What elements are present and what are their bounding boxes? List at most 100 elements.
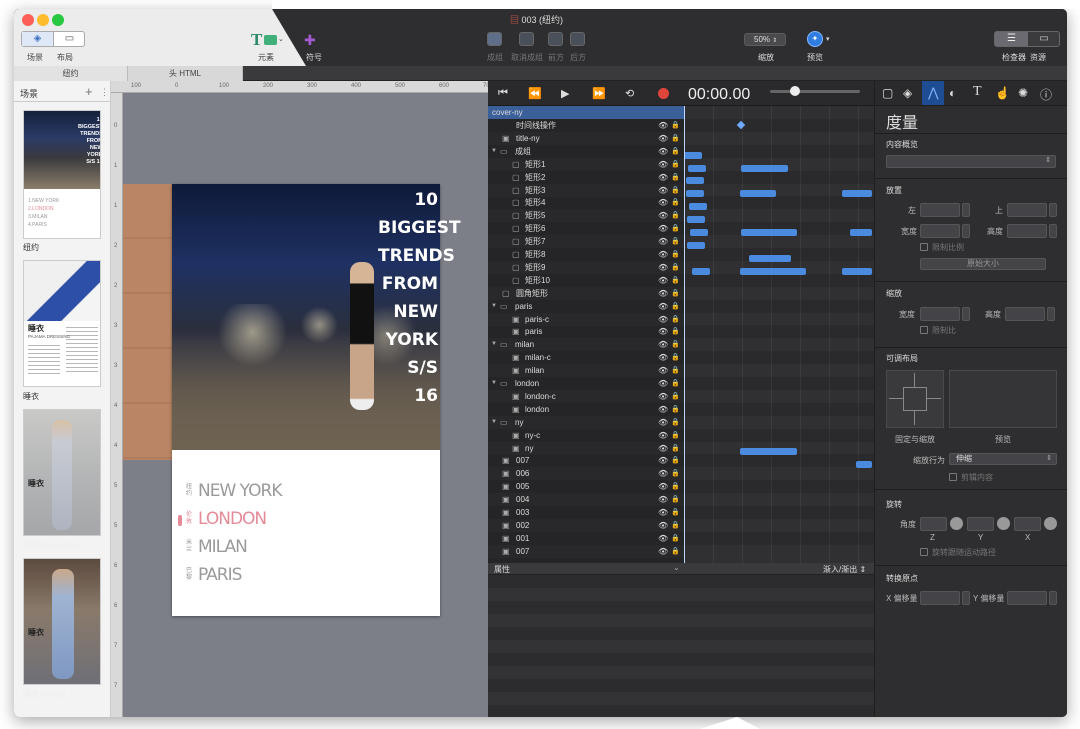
animation-bar[interactable] bbox=[842, 190, 872, 198]
width-input[interactable] bbox=[920, 224, 960, 238]
visibility-eye-icon[interactable]: 👁 bbox=[658, 235, 668, 248]
animation-bar[interactable] bbox=[741, 164, 788, 172]
animation-bar[interactable] bbox=[740, 448, 797, 456]
animation-bar[interactable] bbox=[690, 229, 708, 236]
lock-icon[interactable]: 🔒 bbox=[671, 184, 680, 197]
layer-row[interactable]: ▢ 矩形10 👁 🔒 bbox=[488, 274, 684, 287]
document-tab-icon[interactable]: ▢ bbox=[882, 86, 893, 100]
record-button[interactable] bbox=[658, 88, 669, 99]
animation-bar[interactable] bbox=[842, 267, 872, 275]
physics-tab-icon[interactable]: ✺ bbox=[1018, 86, 1028, 100]
animation-bar[interactable] bbox=[687, 216, 705, 224]
lock-icon[interactable]: 🔒 bbox=[671, 196, 680, 209]
lock-icon[interactable]: 🔒 bbox=[671, 287, 680, 300]
lock-icon[interactable]: 🔒 bbox=[671, 377, 680, 390]
pin-left-line[interactable] bbox=[889, 398, 903, 399]
visibility-eye-icon[interactable]: 👁 bbox=[658, 442, 668, 455]
lock-icon[interactable]: 🔒 bbox=[671, 145, 680, 158]
disclosure-triangle-icon[interactable]: ▼ bbox=[491, 416, 497, 429]
lock-icon[interactable]: 🔒 bbox=[671, 313, 680, 326]
timeline-grid[interactable] bbox=[684, 106, 874, 563]
minimize-window-button[interactable] bbox=[37, 14, 49, 26]
scale-height-input[interactable] bbox=[1005, 307, 1045, 321]
lock-icon[interactable]: 🔒 bbox=[671, 222, 680, 235]
animation-bar[interactable] bbox=[687, 241, 705, 249]
left-stepper[interactable] bbox=[962, 203, 970, 217]
text-element-icon[interactable]: T bbox=[251, 30, 262, 50]
disclosure-triangle-icon[interactable]: ▼ bbox=[491, 338, 497, 351]
layer-row[interactable]: ▣ milan 👁 🔒 bbox=[488, 364, 684, 378]
visibility-eye-icon[interactable]: 👁 bbox=[658, 222, 668, 235]
lock-icon[interactable]: 🔒 bbox=[671, 261, 680, 274]
width-stepper[interactable] bbox=[962, 224, 970, 238]
layer-row[interactable]: ▣ london-c 👁 🔒 bbox=[488, 389, 684, 403]
animation-bar[interactable] bbox=[689, 203, 707, 211]
lock-icon[interactable]: 🔒 bbox=[671, 158, 680, 171]
visibility-eye-icon[interactable]: 👁 bbox=[658, 545, 668, 558]
content-overview-select[interactable]: ⇕ bbox=[886, 155, 1056, 168]
layer-row[interactable]: ▣ title-ny 👁 🔒 bbox=[488, 131, 684, 145]
left-input[interactable] bbox=[920, 203, 960, 217]
constrain-checkbox[interactable] bbox=[920, 243, 928, 251]
ungroup-button[interactable] bbox=[519, 32, 534, 46]
city-item[interactable]: 伦敦 LONDON bbox=[178, 509, 384, 533]
close-window-button[interactable] bbox=[22, 14, 34, 26]
layer-row[interactable]: ▼ ▭ london 👁 🔒 bbox=[488, 377, 684, 390]
lock-icon[interactable]: 🔒 bbox=[671, 325, 680, 338]
timeline-zoom-slider[interactable] bbox=[770, 86, 860, 96]
visibility-eye-icon[interactable]: 👁 bbox=[658, 532, 668, 545]
top-input[interactable] bbox=[1007, 203, 1047, 217]
layer-row[interactable]: ▼ ▭ 成组 👁 🔒 bbox=[488, 145, 684, 158]
lock-icon[interactable]: 🔒 bbox=[671, 300, 680, 313]
lock-icon[interactable]: 🔒 bbox=[671, 171, 680, 184]
group-button[interactable] bbox=[487, 32, 502, 46]
layer-row[interactable]: ▢ 矩形2 👁 🔒 bbox=[488, 171, 684, 184]
layer-row[interactable]: ▣ 005 👁 🔒 bbox=[488, 480, 684, 493]
layer-row[interactable]: ▢ 矩形5 👁 🔒 bbox=[488, 209, 684, 223]
go-start-icon[interactable]: ⏮ bbox=[498, 87, 508, 100]
visibility-eye-icon[interactable]: 👁 bbox=[658, 454, 668, 467]
animation-bar[interactable] bbox=[684, 151, 702, 159]
layer-row[interactable]: ▢ 圆角矩形 👁 🔒 bbox=[488, 286, 684, 300]
lock-icon[interactable]: 🔒 bbox=[671, 338, 680, 351]
text-tab-icon[interactable]: T bbox=[973, 84, 982, 100]
lock-icon[interactable]: 🔒 bbox=[671, 519, 680, 532]
rotate-z-input[interactable] bbox=[920, 517, 947, 531]
lock-icon[interactable]: 🔒 bbox=[671, 364, 680, 377]
layer-row[interactable]: ▢ 矩形8 👁 🔒 bbox=[488, 248, 684, 261]
lock-icon[interactable]: 🔒 bbox=[671, 351, 680, 364]
layer-row[interactable]: ▼ ▭ ny 👁 🔒 bbox=[488, 415, 684, 429]
layer-row[interactable]: ▣ paris 👁 🔒 bbox=[488, 325, 684, 338]
symbol-icon[interactable]: ✚ bbox=[304, 32, 316, 49]
visibility-eye-icon[interactable]: 👁 bbox=[658, 429, 668, 442]
lock-icon[interactable]: 🔒 bbox=[671, 506, 680, 519]
animation-bar[interactable] bbox=[856, 461, 872, 469]
lock-icon[interactable]: 🔒 bbox=[671, 442, 680, 455]
disclosure-triangle-icon[interactable]: ▼ bbox=[491, 377, 497, 390]
animation-bar[interactable] bbox=[741, 229, 797, 236]
layer-row[interactable]: ▣ paris-c 👁 🔒 bbox=[488, 312, 684, 326]
pin-top-line[interactable] bbox=[914, 373, 915, 387]
visibility-eye-icon[interactable]: 👁 bbox=[658, 184, 668, 197]
tab-head-html[interactable]: 头 HTML bbox=[128, 66, 243, 81]
layer-row[interactable]: ▣ 002 👁 🔒 bbox=[488, 518, 684, 532]
visibility-eye-icon[interactable]: 👁 bbox=[658, 171, 668, 184]
scale-height-stepper[interactable] bbox=[1047, 307, 1055, 321]
layer-row[interactable]: ▣ london 👁 🔒 bbox=[488, 403, 684, 416]
visibility-eye-icon[interactable]: 👁 bbox=[658, 209, 668, 222]
visibility-eye-icon[interactable]: 👁 bbox=[658, 506, 668, 519]
zoom-window-button[interactable] bbox=[52, 14, 64, 26]
layer-row[interactable]: ▣ ny 👁 🔒 bbox=[488, 441, 684, 455]
visibility-eye-icon[interactable]: 👁 bbox=[658, 416, 668, 429]
layer-row[interactable]: ▢ 矩形7 👁 🔒 bbox=[488, 235, 684, 249]
clip-content-checkbox[interactable] bbox=[949, 473, 957, 481]
visibility-eye-icon[interactable]: 👁 bbox=[658, 313, 668, 326]
visibility-eye-icon[interactable]: 👁 bbox=[658, 480, 668, 493]
layout-view-button[interactable]: ▭ bbox=[54, 32, 85, 46]
scale-width-input[interactable] bbox=[920, 307, 960, 321]
inspector-sliders-icon[interactable]: ☰ bbox=[995, 32, 1028, 46]
animation-bar[interactable] bbox=[686, 177, 704, 185]
zoom-select[interactable]: 50% ⇕ bbox=[744, 33, 786, 46]
properties-chevron-icon[interactable]: ⌄ bbox=[673, 563, 680, 572]
scene-thumbnail-hilfiger[interactable]: 睡衣 bbox=[23, 558, 101, 685]
